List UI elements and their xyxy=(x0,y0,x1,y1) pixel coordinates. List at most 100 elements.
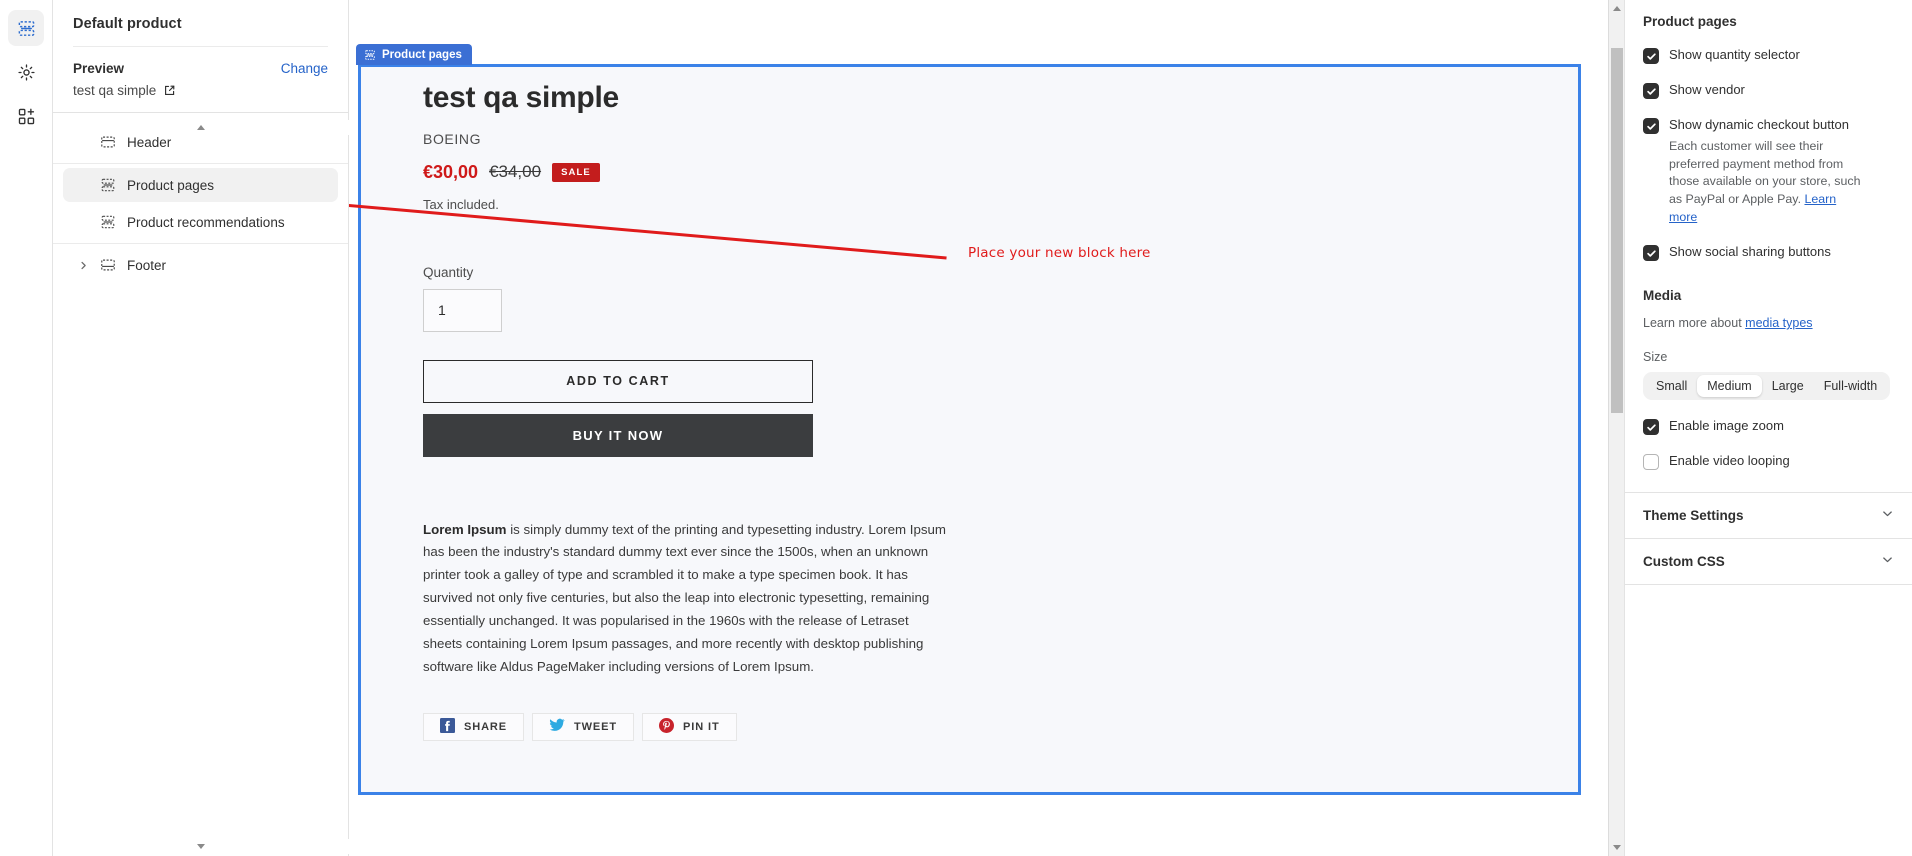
checkbox-show-vendor[interactable] xyxy=(1643,83,1659,99)
size-field-label: Size xyxy=(1643,350,1668,365)
accordion-custom-css[interactable]: Custom CSS xyxy=(1625,539,1912,586)
rail-apps-button[interactable] xyxy=(8,98,44,134)
share-facebook-button[interactable]: SHARE xyxy=(423,712,525,741)
canvas-scrollbar[interactable] xyxy=(1608,0,1624,856)
size-option-medium[interactable]: Medium xyxy=(1697,375,1762,398)
section-icon xyxy=(100,214,117,230)
social-share-row: SHARE TWEET PIN IT xyxy=(423,712,983,741)
twitter-icon xyxy=(549,718,565,735)
accordion-theme-settings[interactable]: Theme Settings xyxy=(1625,493,1912,540)
product-description: Lorem Ipsum is simply dummy text of the … xyxy=(423,519,950,679)
header-section-icon xyxy=(100,134,117,150)
sidebar-item-product-recommendations[interactable]: Product recommendations xyxy=(63,205,338,239)
tax-note: Tax included. xyxy=(423,196,499,212)
sale-badge: SALE xyxy=(552,162,600,182)
rail-sections-button[interactable] xyxy=(8,10,44,46)
checkbox-show-social-sharing-buttons[interactable] xyxy=(1643,245,1659,262)
sidebar-item-product-pages[interactable]: Product pages xyxy=(63,168,338,202)
product-block: test qa simple BOEING €30,00 €34,00 SALE… xyxy=(423,81,983,741)
sidebar-scroll-up-arrow[interactable] xyxy=(53,120,349,135)
setting-label: Show vendor xyxy=(1669,82,1745,97)
setting-show-social-sharing-buttons[interactable]: Show social sharing buttons xyxy=(1643,244,1894,262)
sidebar-item-label: Product recommendations xyxy=(127,214,285,230)
quantity-input[interactable]: 1 xyxy=(423,288,502,332)
sidebar-item-footer[interactable]: Footer xyxy=(63,248,338,282)
checkbox-enable-image-zoom[interactable] xyxy=(1643,419,1659,436)
media-learn-prefix: Learn more about xyxy=(1643,316,1746,331)
sidebar-item-label: Header xyxy=(127,134,172,150)
triangle-down-icon xyxy=(1612,845,1621,850)
media-learn-row: Learn more about media types xyxy=(1643,316,1894,330)
section-tab-label: Product pages xyxy=(382,48,462,61)
quantity-label: Quantity xyxy=(423,264,474,280)
media-section-title: Media xyxy=(1643,288,1682,304)
setting-show-quantity-selector[interactable]: Show quantity selector xyxy=(1643,47,1894,64)
setting-label: Show quantity selector xyxy=(1669,47,1800,62)
product-compare-price: €34,00 xyxy=(489,162,542,181)
add-to-cart-label: ADD TO CART xyxy=(566,374,670,388)
accordion-label: Custom CSS xyxy=(1643,554,1725,570)
preview-canvas-area: Product pages test qa simple BOEING €30,… xyxy=(349,0,1624,856)
size-option-full-width[interactable]: Full-width xyxy=(1814,375,1888,397)
sidebar-item-label: Product pages xyxy=(127,177,215,193)
buy-it-now-button[interactable]: BUY IT NOW xyxy=(423,413,813,457)
tree-divider-2 xyxy=(53,243,348,244)
share-pinterest-label: PIN IT xyxy=(683,720,720,733)
product-vendor: BOEING xyxy=(423,130,482,147)
setting-enable-image-zoom[interactable]: Enable image zoom xyxy=(1643,418,1894,436)
triangle-up-icon xyxy=(1612,6,1621,11)
canvas-scroll-up-arrow[interactable] xyxy=(1609,0,1624,17)
sections-sidebar: Default product Preview Change test qa s… xyxy=(53,0,349,856)
add-to-cart-button[interactable]: ADD TO CART xyxy=(423,359,813,403)
description-lead: Lorem Ipsum xyxy=(423,521,507,537)
chevron-down-icon[interactable] xyxy=(1881,553,1894,571)
preview-label: Preview xyxy=(73,61,125,76)
preview-product-name: test qa simple xyxy=(73,83,157,98)
preview-canvas: Product pages test qa simple BOEING €30,… xyxy=(349,0,1608,856)
product-price-row: €30,00 €34,00 SALE xyxy=(423,162,983,183)
size-option-small[interactable]: Small xyxy=(1646,375,1697,397)
canvas-scrollbar-thumb[interactable] xyxy=(1611,48,1623,413)
setting-label: Show dynamic checkout button xyxy=(1669,117,1849,132)
sidebar-scroll-down-arrow[interactable] xyxy=(53,839,349,854)
section-icon xyxy=(364,49,376,61)
settings-panel-title: Product pages xyxy=(1643,14,1737,29)
canvas-scroll-down-arrow[interactable] xyxy=(1609,839,1624,856)
chevron-down-icon[interactable] xyxy=(1881,507,1894,525)
section-icon xyxy=(100,177,117,193)
share-twitter-label: TWEET xyxy=(574,720,618,733)
buy-it-now-label: BUY IT NOW xyxy=(572,427,664,443)
settings-gear-icon xyxy=(17,63,36,82)
page-title: Default product xyxy=(73,16,182,32)
media-types-link[interactable]: media types xyxy=(1745,316,1812,330)
preview-change-link[interactable]: Change xyxy=(281,61,328,76)
share-pinterest-button[interactable]: PIN IT xyxy=(642,712,737,741)
setting-show-dynamic-checkout-button[interactable]: Show dynamic checkout button Each custom… xyxy=(1643,117,1894,226)
section-tree: Header Product pages Product recommendat… xyxy=(53,113,348,285)
size-segmented-control[interactable]: Small Medium Large Full-width xyxy=(1643,372,1891,401)
triangle-down-icon xyxy=(197,844,205,849)
checkbox-show-dynamic-checkout-button[interactable] xyxy=(1643,118,1659,134)
selected-section-frame[interactable]: test qa simple BOEING €30,00 €34,00 SALE… xyxy=(358,64,1581,795)
left-icon-rail xyxy=(0,0,53,856)
share-twitter-button[interactable]: TWEET xyxy=(532,712,635,741)
setting-enable-video-looping[interactable]: Enable video looping xyxy=(1643,453,1894,471)
setting-label: Show social sharing buttons xyxy=(1669,244,1831,260)
checkbox-show-quantity-selector[interactable] xyxy=(1643,48,1659,64)
rail-settings-button[interactable] xyxy=(8,54,44,90)
chevron-right-icon[interactable] xyxy=(77,261,90,270)
customizer-app: Default product Preview Change test qa s… xyxy=(0,0,1912,856)
section-label-tab[interactable]: Product pages xyxy=(356,44,472,65)
pinterest-icon xyxy=(659,717,675,736)
accordion-label: Theme Settings xyxy=(1643,508,1744,524)
size-option-large[interactable]: Large xyxy=(1762,375,1814,397)
sidebar-item-label: Footer xyxy=(127,257,167,273)
preview-value-row[interactable]: test qa simple xyxy=(73,83,328,98)
setting-label: Enable video looping xyxy=(1669,453,1790,469)
setting-show-vendor[interactable]: Show vendor xyxy=(1643,82,1894,99)
checkbox-enable-video-looping[interactable] xyxy=(1643,454,1659,471)
external-link-icon[interactable] xyxy=(163,84,176,97)
share-facebook-label: SHARE xyxy=(464,720,508,733)
product-sale-price: €30,00 xyxy=(423,161,479,182)
setting-help-text: Each customer will see their preferred p… xyxy=(1669,138,1864,226)
